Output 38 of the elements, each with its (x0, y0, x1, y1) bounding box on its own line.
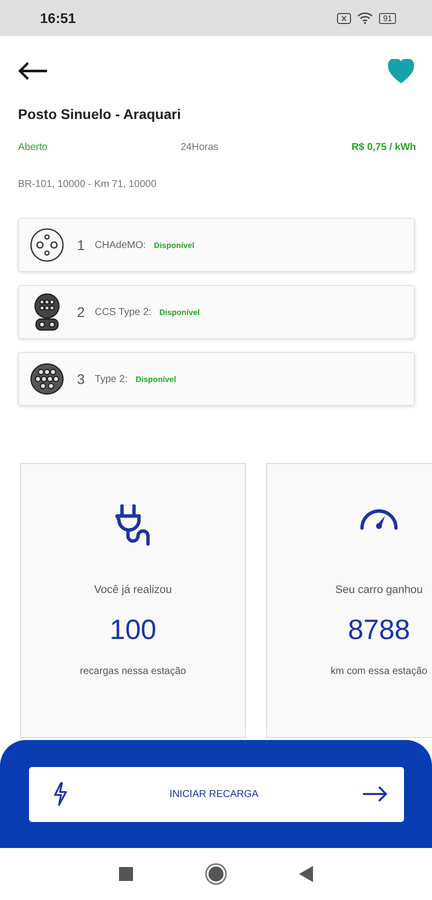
back-button[interactable] (18, 62, 48, 80)
stat-unit: km com essa estação (330, 666, 428, 677)
station-address: BR-101, 10000 - Km 71, 10000 (18, 179, 158, 190)
home-button[interactable] (205, 863, 227, 885)
connector-number: 1 (77, 237, 85, 253)
arrow-right-icon (362, 786, 388, 802)
connector-status: Disponível (136, 374, 176, 384)
connector-name: Type 2: (94, 374, 128, 384)
start-charge-button[interactable]: INICIAR RECARGA (28, 766, 404, 822)
favorite-button[interactable] (388, 59, 414, 83)
sim-icon (337, 12, 352, 24)
stat-value: 8788 (348, 614, 410, 646)
connector-icon (30, 363, 64, 395)
plug-icon (114, 504, 152, 546)
connector-card[interactable]: 1 CHAdeMO: Disponível (18, 218, 415, 272)
price: R$ 0,75 / kWh (352, 142, 416, 153)
opening-hours: 24Horas (180, 142, 218, 153)
stat-unit: recargas nessa estação (80, 666, 186, 677)
open-status: Aberto (18, 142, 48, 153)
connector-name: CCS Type 2: (94, 306, 152, 318)
back-nav-button[interactable] (299, 866, 313, 882)
connector-icon (29, 227, 65, 263)
stat-caption: Seu carro ganhou (335, 584, 423, 596)
connector-status: Disponível (154, 240, 194, 250)
connector-card[interactable]: 2 CCS Type 2: Disponível (18, 285, 415, 339)
connector-card[interactable]: 3 Type 2: Disponível (18, 352, 415, 406)
stat-value: 100 (110, 614, 156, 646)
connector-number: 2 (77, 304, 85, 320)
connector-status: Disponível (159, 308, 200, 316)
connector-number: 3 (77, 371, 85, 387)
lightning-icon (52, 782, 66, 806)
connector-name: CHAdeMO: (94, 240, 146, 250)
battery-indicator: 91 (379, 12, 396, 24)
stat-caption: Você já realizou (94, 584, 172, 596)
status-time: 16:51 (40, 10, 76, 26)
wifi-icon (357, 12, 374, 24)
connector-icon (33, 293, 61, 331)
station-name: Posto Sinuelo - Araquari (18, 106, 182, 122)
